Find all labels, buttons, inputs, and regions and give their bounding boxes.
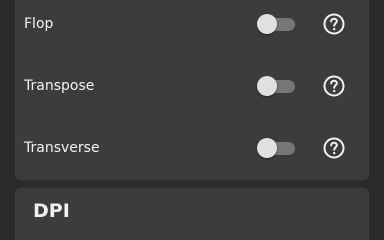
dpi-section-title: DPI	[33, 200, 70, 222]
dpi-card: DPI	[15, 188, 369, 240]
option-label-transverse: Transverse	[24, 140, 100, 156]
transverse-toggle[interactable]	[257, 137, 297, 159]
toggle-thumb	[257, 14, 277, 34]
transform-options-card: Flop Transpose Transverse	[15, 0, 369, 180]
option-row-flop: Flop	[15, 2, 369, 46]
help-circle-icon[interactable]	[322, 136, 346, 160]
screen: Flop Transpose Transverse DPI	[0, 0, 384, 240]
toggle-thumb	[257, 138, 277, 158]
toggle-thumb	[257, 76, 277, 96]
option-label-transpose: Transpose	[24, 78, 95, 94]
option-label-flop: Flop	[24, 16, 54, 32]
option-row-transpose: Transpose	[15, 64, 369, 108]
flop-toggle[interactable]	[257, 13, 297, 35]
help-circle-icon[interactable]	[322, 12, 346, 36]
transpose-toggle[interactable]	[257, 75, 297, 97]
option-row-transverse: Transverse	[15, 126, 369, 170]
help-circle-icon[interactable]	[322, 74, 346, 98]
